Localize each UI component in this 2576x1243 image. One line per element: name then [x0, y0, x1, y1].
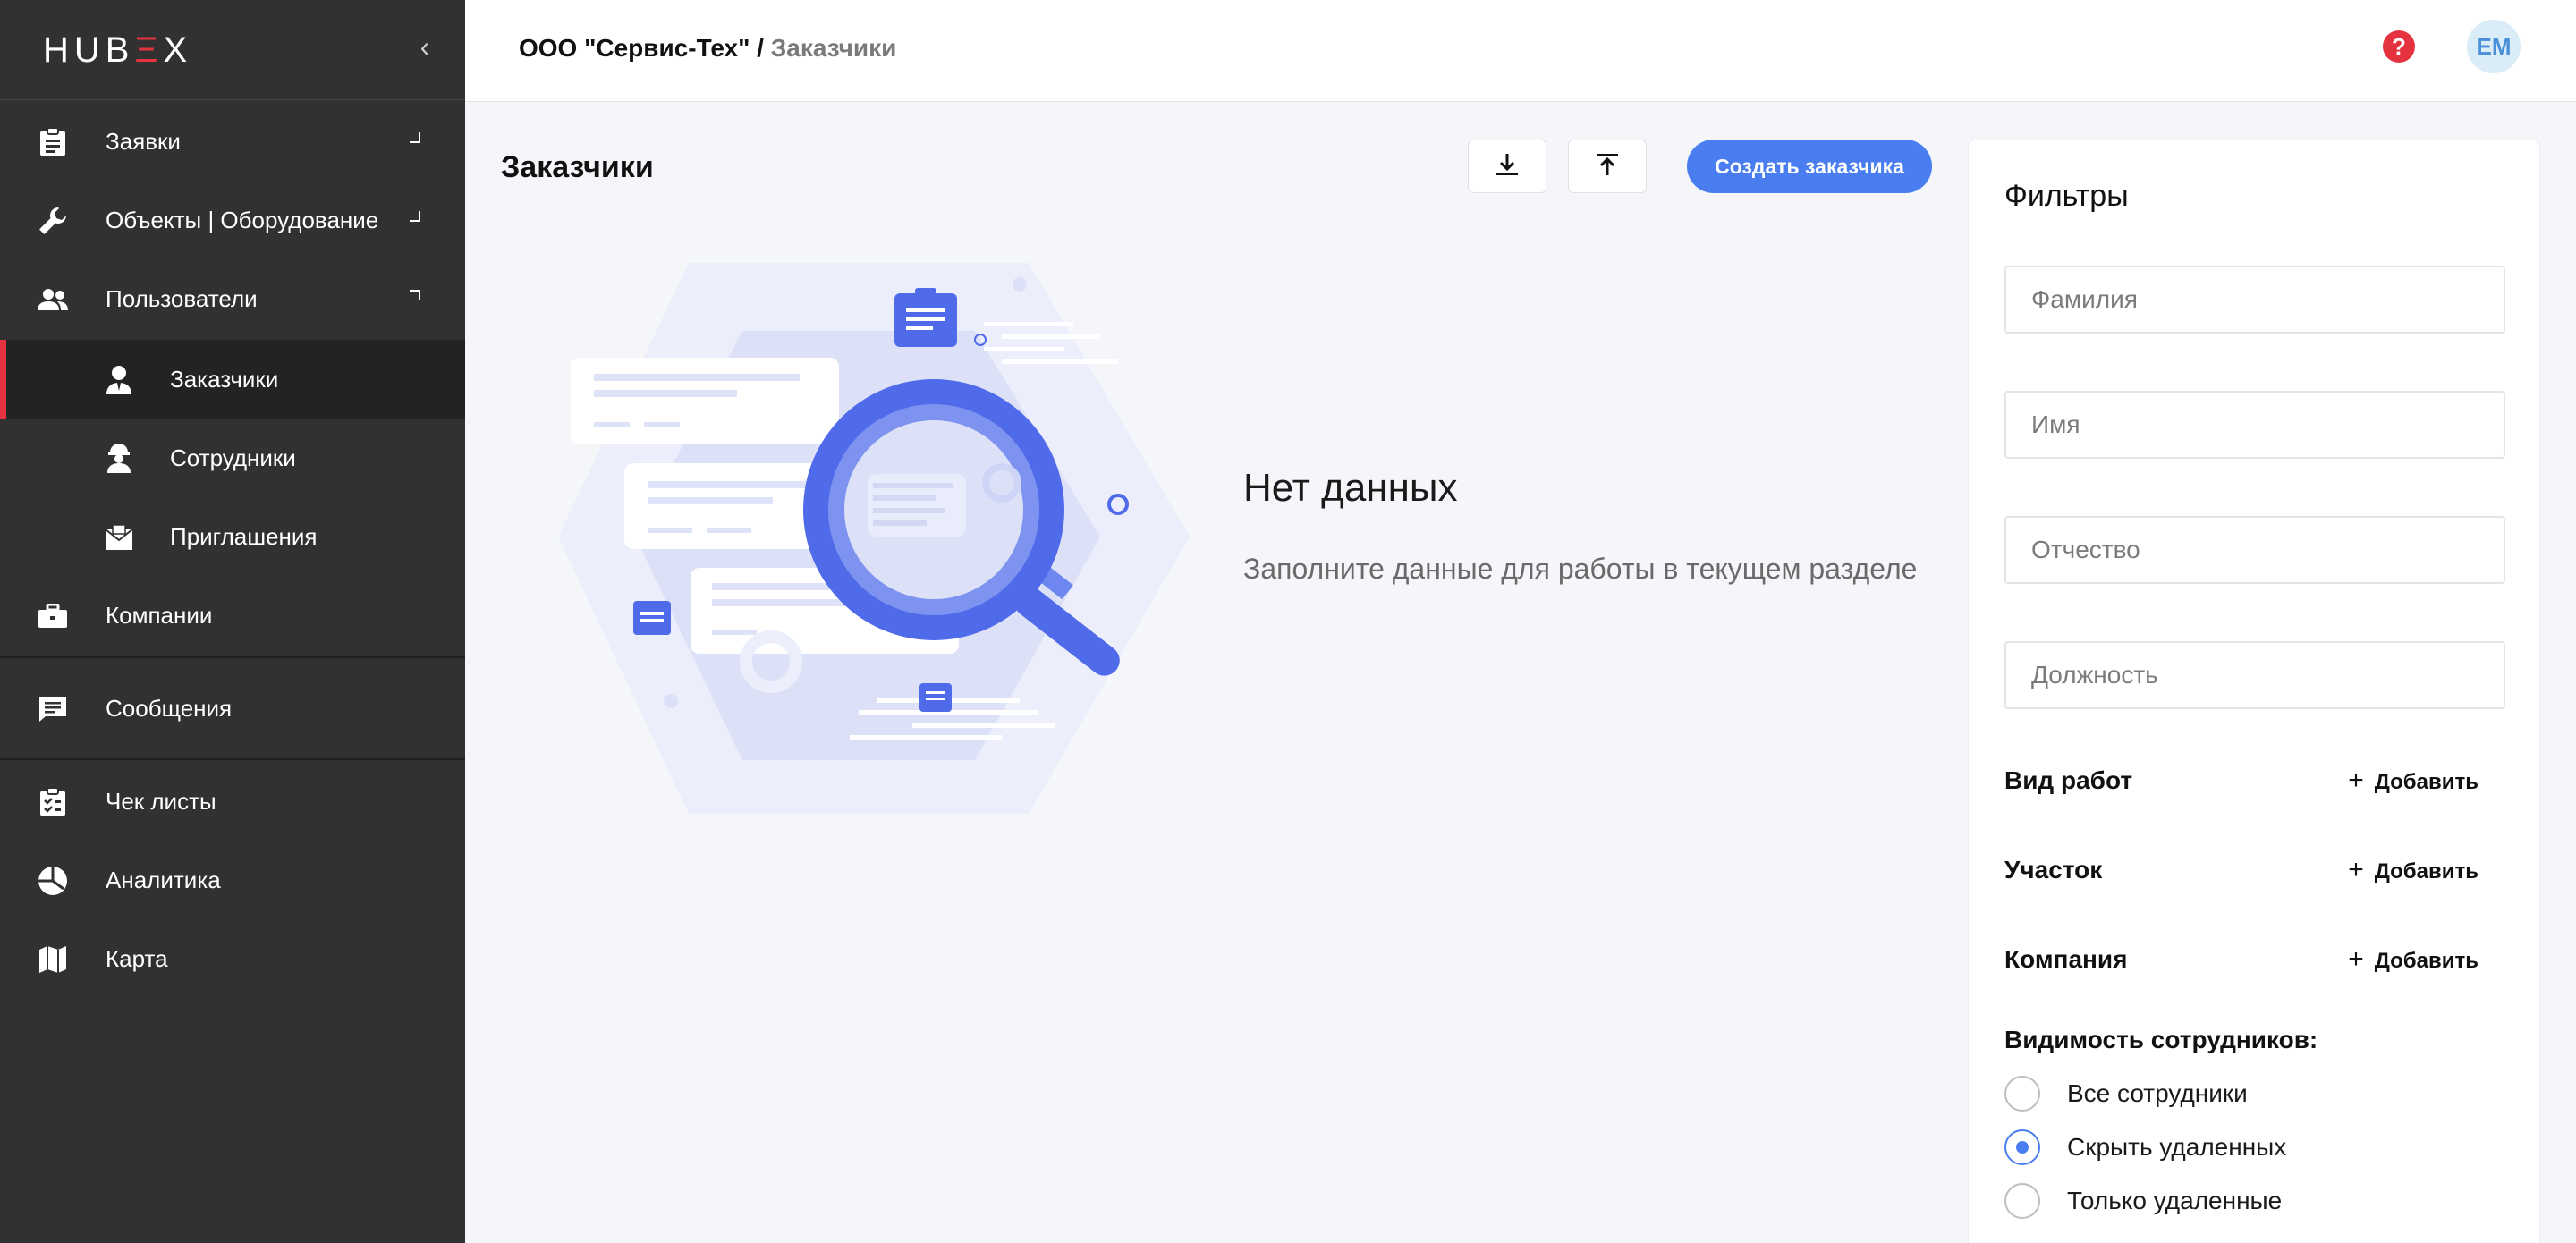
visibility-option-hide-deleted[interactable]: Скрыть удаленных: [2004, 1128, 2505, 1167]
page-title: Заказчики: [501, 150, 654, 184]
breadcrumb-separator: /: [757, 34, 764, 62]
first-name-field[interactable]: [2004, 391, 2505, 459]
download-button[interactable]: [1468, 140, 1546, 193]
filters-panel: Фильтры Вид работ +Добавить Участок +Доб…: [1968, 140, 2540, 1243]
sidebar-item-label: Карта: [106, 945, 168, 972]
users-icon: [36, 283, 70, 317]
chat-icon: [36, 692, 70, 726]
sidebar-item-label: Чек листы: [106, 788, 216, 815]
wrench-icon: [36, 204, 70, 238]
empty-state-illustration: [555, 259, 1199, 832]
sidebar-item-label: Объекты | Оборудование: [106, 207, 379, 233]
briefcase-icon: [36, 599, 70, 633]
last-name-field[interactable]: [2004, 266, 2505, 334]
sidebar-collapse-button[interactable]: ‹: [413, 27, 436, 66]
plus-icon: +: [2348, 944, 2364, 974]
sidebar-item-label: Сообщения: [106, 695, 233, 722]
empty-state-subtitle: Заполните данные для работы в текущем ра…: [1243, 553, 1918, 585]
sidebar-item-checklists[interactable]: Чек листы: [0, 762, 465, 841]
breadcrumb-current: Заказчики: [770, 34, 897, 62]
hubex-logo[interactable]: HUBΞX: [43, 30, 192, 71]
chevron-down-icon: [410, 132, 420, 143]
top-header: ООО "Сервис-Тех" / Заказчики ? ЕМ: [465, 0, 2576, 102]
filter-label: Компания: [2004, 945, 2128, 973]
customer-icon: [102, 363, 136, 397]
checklist-icon: [36, 785, 70, 819]
sidebar-divider: [0, 656, 465, 658]
breadcrumb-org[interactable]: ООО "Сервис-Тех": [519, 34, 750, 62]
clipboard-icon: [36, 125, 70, 159]
plus-icon: +: [2348, 855, 2364, 884]
sidebar-item-label: Сотрудники: [170, 444, 296, 471]
sidebar-item-customers[interactable]: Заказчики: [0, 340, 465, 419]
download-icon: [1494, 152, 1521, 182]
sidebar: HUBΞX ‹ Заявки Объекты | Оборудование По…: [0, 0, 465, 1243]
avatar[interactable]: ЕМ: [2467, 20, 2521, 73]
sidebar-item-map[interactable]: Карта: [0, 919, 465, 998]
logo-row: HUBΞX ‹: [0, 0, 465, 100]
chevron-up-icon: [410, 290, 420, 300]
visibility-option-all[interactable]: Все сотрудники: [2004, 1074, 2505, 1113]
radio-label: Скрыть удаленных: [2067, 1133, 2287, 1161]
filter-label: Вид работ: [2004, 766, 2133, 794]
filter-row-section: Участок + Добавить: [2004, 850, 2505, 890]
radio-label: Только удаленные: [2067, 1187, 2283, 1214]
filters-title: Фильтры: [2004, 179, 2129, 213]
patronymic-field[interactable]: [2004, 516, 2505, 584]
sidebar-item-employees[interactable]: Сотрудники: [0, 419, 465, 497]
sidebar-divider: [0, 758, 465, 760]
sidebar-item-label: Компании: [106, 602, 213, 629]
sidebar-item-label: Аналитика: [106, 867, 221, 893]
upload-button[interactable]: [1568, 140, 1647, 193]
radio-button-selected[interactable]: [2004, 1129, 2040, 1165]
visibility-title: Видимость сотрудников:: [2004, 1026, 2318, 1053]
sidebar-item-label: Заявки: [106, 128, 181, 155]
sidebar-item-analytics[interactable]: Аналитика: [0, 841, 465, 919]
envelope-icon: [102, 520, 136, 554]
radio-button[interactable]: [2004, 1076, 2040, 1112]
sidebar-item-messages[interactable]: Сообщения: [0, 669, 465, 748]
radio-label: Все сотрудники: [2067, 1079, 2248, 1107]
sidebar-item-label: Приглашения: [170, 523, 318, 550]
sidebar-item-objects[interactable]: Объекты | Оборудование: [0, 181, 465, 259]
worker-icon: [102, 442, 136, 476]
position-field[interactable]: [2004, 641, 2505, 709]
app-root: HUBΞX ‹ Заявки Объекты | Оборудование По…: [0, 0, 2576, 1243]
sidebar-item-label: Заказчики: [170, 366, 279, 393]
add-section-button[interactable]: + Добавить: [2348, 856, 2479, 886]
chevron-down-icon: [410, 211, 420, 222]
empty-state-title: Нет данных: [1243, 466, 1458, 510]
filter-label: Участок: [2004, 856, 2103, 884]
sidebar-item-requests[interactable]: Заявки: [0, 102, 465, 181]
upload-icon: [1594, 152, 1621, 182]
sidebar-item-invitations[interactable]: Приглашения: [0, 497, 465, 576]
sidebar-item-companies[interactable]: Компании: [0, 576, 465, 655]
filter-row-work-type: Вид работ + Добавить: [2004, 761, 2505, 800]
breadcrumb: ООО "Сервис-Тех" / Заказчики: [519, 32, 896, 64]
add-company-button[interactable]: + Добавить: [2348, 945, 2479, 976]
sidebar-item-users[interactable]: Пользователи: [0, 259, 465, 338]
add-work-type-button[interactable]: + Добавить: [2348, 766, 2479, 797]
visibility-option-only-deleted[interactable]: Только удаленные: [2004, 1181, 2505, 1221]
help-icon[interactable]: ?: [2383, 30, 2415, 63]
plus-icon: +: [2348, 765, 2364, 795]
map-icon: [36, 943, 70, 977]
create-customer-button[interactable]: Создать заказчика: [1687, 140, 1932, 193]
filter-row-company: Компания + Добавить: [2004, 940, 2505, 979]
radio-button[interactable]: [2004, 1183, 2040, 1219]
pie-chart-icon: [36, 864, 70, 898]
sidebar-item-label: Пользователи: [106, 285, 258, 312]
